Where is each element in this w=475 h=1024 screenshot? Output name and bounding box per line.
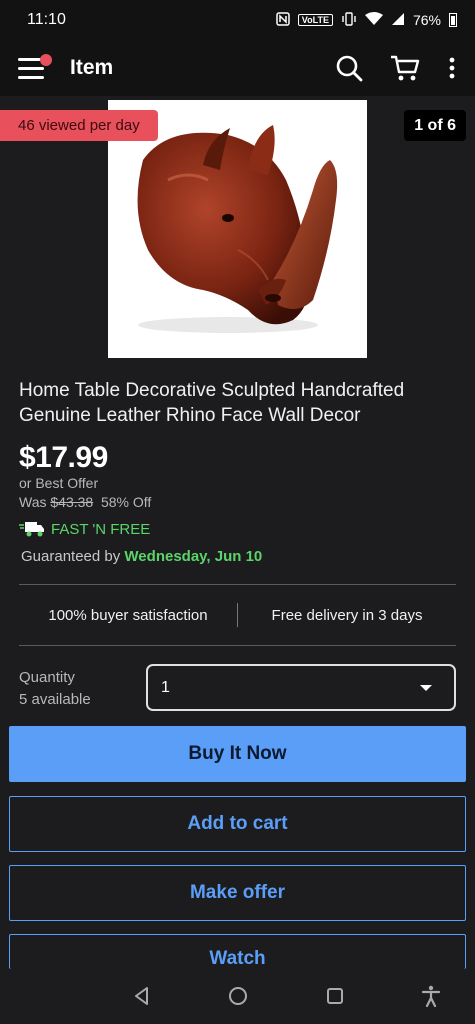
shipping-label: FAST 'N FREE: [51, 520, 151, 538]
home-button[interactable]: [225, 983, 251, 1009]
status-time: 11:10: [27, 11, 66, 28]
search-button[interactable]: [333, 52, 365, 84]
app-bar-actions: [333, 52, 459, 84]
was-price-line: Was $43.38 58% Off: [19, 494, 151, 510]
volte-badge: VoLTE: [297, 14, 333, 26]
image-gallery[interactable]: 46 viewed per day 1 of 6: [0, 96, 475, 362]
battery-percent: 76%: [412, 12, 441, 28]
signal-icon: [391, 12, 405, 29]
was-price: $43.38: [50, 494, 94, 510]
was-label: Was: [19, 494, 47, 510]
wifi-icon: [364, 11, 383, 29]
recents-icon: [327, 988, 343, 1004]
back-icon: [135, 987, 148, 1005]
quantity-label-block: Quantity 5 available: [19, 667, 91, 711]
search-icon: [336, 55, 363, 82]
discount-label: 58% Off: [100, 494, 152, 510]
divider: [19, 645, 456, 646]
nfc-icon: [276, 11, 290, 29]
viewed-per-day-badge: 46 viewed per day: [0, 110, 158, 141]
make-offer-button[interactable]: Make offer: [9, 865, 466, 921]
quantity-available: 5 available: [19, 691, 91, 708]
dropdown-arrow-icon: [420, 684, 432, 691]
back-button[interactable]: [129, 983, 155, 1009]
battery-icon: [449, 13, 457, 27]
more-options-button[interactable]: [445, 52, 459, 84]
image-counter: 1 of 6: [404, 110, 466, 141]
free-delivery: Free delivery in 3 days: [271, 606, 423, 624]
guaranteed-label: Guaranteed by: [21, 548, 121, 565]
notification-dot: [40, 54, 52, 66]
home-icon: [229, 987, 247, 1005]
cart-icon: [391, 55, 420, 81]
watch-button[interactable]: Watch: [9, 934, 466, 969]
recents-button[interactable]: [322, 983, 348, 1009]
menu-button[interactable]: [18, 53, 52, 83]
add-to-cart-button[interactable]: Add to cart: [9, 796, 466, 852]
quantity-select[interactable]: 1: [146, 664, 456, 711]
buyer-satisfaction: 100% buyer satisfaction: [48, 606, 208, 624]
accessibility-button[interactable]: [418, 983, 444, 1009]
delivery-truck-icon: [19, 522, 44, 537]
cart-button[interactable]: [389, 52, 421, 84]
product-title: Home Table Decorative Sculpted Handcraft…: [19, 380, 405, 426]
system-nav-bar: [0, 969, 475, 1024]
page-title: Item: [70, 56, 114, 79]
vibrate-icon: [341, 11, 357, 29]
best-offer-label: or Best Offer: [19, 475, 99, 491]
benefits-row: 100% buyer satisfaction Free delivery in…: [19, 586, 456, 644]
guaranteed-delivery: Guaranteed by Wednesday, Jun 10: [21, 548, 262, 565]
product-price: $17.99: [19, 441, 108, 474]
guaranteed-date: Wednesday, Jun 10: [124, 548, 263, 565]
more-vert-icon: [449, 57, 455, 79]
buy-it-now-button[interactable]: Buy It Now: [9, 726, 466, 782]
app-bar: Item: [0, 40, 475, 96]
divider: [19, 584, 456, 585]
shipping-badge: FAST 'N FREE: [19, 520, 150, 538]
status-icons: VoLTE 76%: [276, 11, 457, 29]
status-bar: 11:10 VoLTE 76%: [0, 0, 475, 40]
quantity-value: 1: [161, 678, 170, 696]
quantity-label: Quantity: [19, 669, 75, 686]
accessibility-icon: [421, 985, 441, 1007]
